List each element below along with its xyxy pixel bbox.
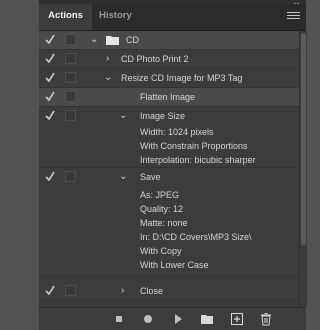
- hamburger-menu-icon[interactable]: [287, 12, 300, 21]
- tab-history[interactable]: History: [99, 4, 132, 30]
- command-detail: With Constrain Proportions: [140, 141, 248, 151]
- folder-icon[interactable]: [199, 311, 215, 327]
- command-row[interactable]: › Close: [39, 282, 299, 301]
- dialog-toggle-box[interactable]: [65, 72, 76, 83]
- scrollbar-thumb[interactable]: [301, 33, 306, 245]
- action-label: CD Photo Print 2: [121, 54, 189, 64]
- dialog-toggle-box[interactable]: [65, 53, 76, 64]
- chevron-right-icon[interactable]: ›: [106, 51, 109, 67]
- checkmark-icon[interactable]: [45, 52, 55, 64]
- dialog-toggle-box[interactable]: [65, 171, 76, 182]
- dialog-toggle-box[interactable]: [65, 91, 76, 102]
- command-detail: In: D:\CD Covers\MP3 Size\: [140, 232, 252, 242]
- chevron-down-icon[interactable]: ⌄: [119, 169, 127, 185]
- action-set-row[interactable]: ⌄ CD: [39, 31, 299, 50]
- trash-icon[interactable]: [258, 311, 274, 327]
- command-detail: With Lower Case: [140, 260, 209, 270]
- command-detail: As: JPEG: [140, 190, 180, 200]
- command-label: Image Size: [140, 111, 186, 121]
- folder-icon: [106, 36, 119, 45]
- command-detail: Matte: none: [140, 218, 188, 228]
- command-row[interactable]: Flatten Image: [39, 88, 299, 107]
- actions-list: ⌄ CD › CD Photo Print 2 ⌄ Resize CD Imag…: [39, 31, 299, 307]
- dialog-toggle-box[interactable]: [65, 110, 76, 121]
- actions-panel: ▸▸ Actions History ⌄ CD › CD Photo Print…: [39, 0, 307, 330]
- checkmark-icon[interactable]: [45, 71, 55, 83]
- action-row[interactable]: › CD Photo Print 2: [39, 50, 299, 69]
- checkmark-icon[interactable]: [45, 90, 55, 102]
- record-icon[interactable]: [140, 311, 156, 327]
- command-row[interactable]: ⌄ Save As: JPEG Quality: 12 Matte: none …: [39, 168, 299, 277]
- checkmark-icon[interactable]: [45, 33, 55, 45]
- dialog-toggle-box[interactable]: [65, 285, 76, 296]
- chevron-down-icon[interactable]: ⌄: [119, 108, 127, 124]
- chevron-down-icon[interactable]: ⌄: [90, 32, 98, 48]
- checkmark-icon[interactable]: [45, 284, 55, 296]
- panel-tab-bar: Actions History: [39, 4, 306, 31]
- vertical-scrollbar[interactable]: [299, 31, 307, 307]
- action-set-label: CD: [126, 35, 139, 45]
- stop-icon[interactable]: [111, 311, 127, 327]
- actions-toolbar: [39, 307, 306, 330]
- chevron-right-icon[interactable]: ›: [121, 283, 124, 299]
- command-detail: Quality: 12: [140, 204, 184, 214]
- tab-actions[interactable]: Actions: [39, 4, 92, 30]
- dialog-toggle-box[interactable]: [65, 34, 76, 45]
- play-icon[interactable]: [170, 311, 186, 327]
- action-label: Resize CD Image for MP3 Tag: [121, 73, 243, 83]
- command-label: Close: [140, 286, 164, 296]
- command-detail: With Copy: [140, 246, 182, 256]
- command-label: Save: [140, 172, 161, 182]
- checkmark-icon[interactable]: [45, 170, 55, 182]
- chevron-down-icon[interactable]: ⌄: [104, 70, 112, 86]
- checkmark-icon[interactable]: [45, 109, 55, 121]
- command-row[interactable]: ⌄ Image Size Width: 1024 pixels With Con…: [39, 107, 299, 168]
- new-action-icon[interactable]: [229, 311, 245, 327]
- command-detail: Interpolation: bicubic sharper: [140, 155, 256, 165]
- command-detail: Width: 1024 pixels: [140, 127, 214, 137]
- command-label: Flatten Image: [140, 92, 196, 102]
- action-row[interactable]: ⌄ Resize CD Image for MP3 Tag: [39, 69, 299, 88]
